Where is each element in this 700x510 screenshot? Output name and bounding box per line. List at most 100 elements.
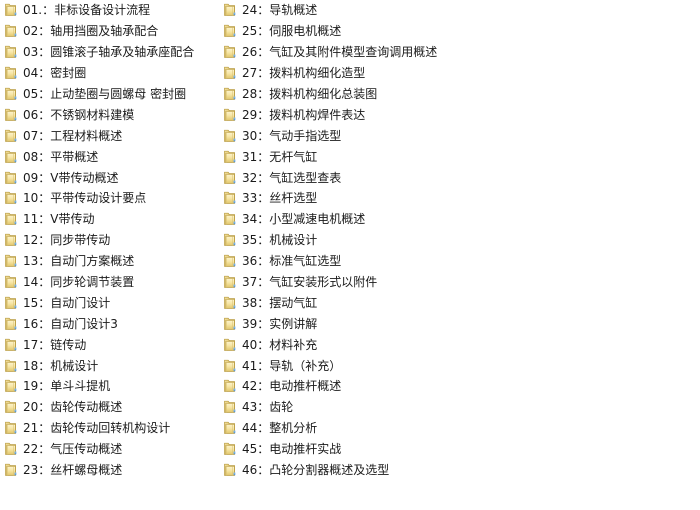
folder-item-label: 36：标准气缸选型 (242, 254, 342, 269)
folder-icon (222, 211, 238, 227)
folder-item[interactable]: 19：单斗斗提机 (0, 376, 220, 397)
folder-icon (3, 2, 19, 18)
folder-icon (222, 420, 238, 436)
folder-item[interactable]: 28：拨料机构细化总装图 (219, 84, 700, 105)
folder-item-label: 14：同步轮调节装置 (23, 275, 135, 290)
folder-icon (3, 107, 19, 123)
folder-icon (3, 399, 19, 415)
folder-icon (3, 23, 19, 39)
folder-item[interactable]: 15：自动门设计 (0, 292, 220, 313)
folder-item[interactable]: 32：气缸选型查表 (219, 167, 700, 188)
folder-item[interactable]: 16：自动门设计3 (0, 313, 220, 334)
folder-item[interactable]: 41：导轨（补充） (219, 355, 700, 376)
folder-icon (222, 462, 238, 478)
folder-icon (222, 44, 238, 60)
folder-icon (222, 65, 238, 81)
folder-item-label: 13：自动门方案概述 (23, 254, 135, 269)
folder-item-label: 39：实例讲解 (242, 316, 318, 331)
folder-item[interactable]: 35：机械设计 (219, 230, 700, 251)
folder-icon (3, 337, 19, 353)
folder-item-label: 42：电动推杆概述 (242, 379, 342, 394)
folder-item-label: 41：导轨（补充） (242, 358, 342, 373)
folder-item-label: 19：单斗斗提机 (23, 379, 111, 394)
folder-icon (222, 274, 238, 290)
folder-item-label: 07：工程材料概述 (23, 128, 123, 143)
folder-icon (3, 378, 19, 394)
folder-item-label: 16：自动门设计3 (23, 316, 118, 331)
folder-icon (222, 23, 238, 39)
folder-item[interactable]: 17：链传动 (0, 334, 220, 355)
folder-item[interactable]: 27：拨料机构细化造型 (219, 63, 700, 84)
folder-item[interactable]: 44：整机分析 (219, 418, 700, 439)
folder-item-label: 23：丝杆螺母概述 (23, 463, 123, 478)
folder-item[interactable]: 10：平带传动设计要点 (0, 188, 220, 209)
folder-item[interactable]: 43：齿轮 (219, 397, 700, 418)
folder-item-label: 37：气缸安装形式以附件 (242, 275, 378, 290)
folder-item[interactable]: 04：密封圈 (0, 63, 220, 84)
folder-icon (3, 358, 19, 374)
folder-column-right: 24：导轨概述 25：伺服电机概述 26：气缸及其附件模型查询调用概述 27：拨料机构… (219, 0, 700, 480)
folder-item-label: 31：无杆气缸 (242, 149, 318, 164)
folder-item[interactable]: 18：机械设计 (0, 355, 220, 376)
folder-item[interactable]: 46：凸轮分割器概述及选型 (219, 460, 700, 481)
folder-item[interactable]: 01.：非标设备设计流程 (0, 0, 220, 21)
folder-item-label: 34：小型减速电机概述 (242, 212, 366, 227)
folder-item[interactable]: 24：导轨概述 (219, 0, 700, 21)
folder-item[interactable]: 26：气缸及其附件模型查询调用概述 (219, 42, 700, 63)
folder-icon (222, 378, 238, 394)
folder-item-label: 46：凸轮分割器概述及选型 (242, 463, 390, 478)
folder-item[interactable]: 12：同步带传动 (0, 230, 220, 251)
folder-item-label: 24：导轨概述 (242, 3, 318, 18)
folder-item[interactable]: 38：摆动气缸 (219, 292, 700, 313)
folder-icon (222, 295, 238, 311)
folder-item[interactable]: 36：标准气缸选型 (219, 251, 700, 272)
folder-item[interactable]: 02：轴用挡圈及轴承配合 (0, 21, 220, 42)
folder-item[interactable]: 13：自动门方案概述 (0, 251, 220, 272)
folder-item[interactable]: 39：实例讲解 (219, 313, 700, 334)
folder-item[interactable]: 05：止动垫圈与圆螺母 密封圈 (0, 84, 220, 105)
folder-icon (222, 316, 238, 332)
folder-item[interactable]: 14：同步轮调节装置 (0, 272, 220, 293)
folder-icon (222, 253, 238, 269)
folder-item[interactable]: 37：气缸安装形式以附件 (219, 272, 700, 293)
folder-item-label: 21：齿轮传动回转机构设计 (23, 421, 171, 436)
folder-item-label: 11：V带传动 (23, 212, 95, 227)
folder-item-label: 44：整机分析 (242, 421, 318, 436)
folder-item[interactable]: 33：丝杆选型 (219, 188, 700, 209)
folder-item[interactable]: 31：无杆气缸 (219, 146, 700, 167)
folder-item[interactable]: 23：丝杆螺母概述 (0, 460, 220, 481)
folder-item[interactable]: 25：伺服电机概述 (219, 21, 700, 42)
folder-icon (3, 65, 19, 81)
folder-item-label: 27：拨料机构细化造型 (242, 66, 366, 81)
folder-item[interactable]: 30：气动手指选型 (219, 125, 700, 146)
folder-item-label: 05：止动垫圈与圆螺母 密封圈 (23, 87, 187, 101)
folder-item[interactable]: 07：工程材料概述 (0, 125, 220, 146)
folder-item-label: 10：平带传动设计要点 (23, 191, 147, 206)
folder-item-label: 28：拨料机构细化总装图 (242, 87, 378, 101)
folder-item[interactable]: 42：电动推杆概述 (219, 376, 700, 397)
folder-item[interactable]: 22：气压传动概述 (0, 439, 220, 460)
folder-item[interactable]: 21：齿轮传动回转机构设计 (0, 418, 220, 439)
folder-item-label: 09：V带传动概述 (23, 170, 119, 185)
folder-icon (3, 190, 19, 206)
folder-icon (3, 316, 19, 332)
folder-item[interactable]: 29：拨料机构焊件表达 (219, 104, 700, 125)
folder-item[interactable]: 45：电动推杆实战 (219, 439, 700, 460)
folder-listing-view: 01.：非标设备设计流程 02：轴用挡圈及轴承配合 03：圆锥滚子轴承及轴承座配合 0… (0, 0, 700, 510)
folder-item-label: 38：摆动气缸 (242, 295, 318, 310)
folder-item[interactable]: 34：小型减速电机概述 (219, 209, 700, 230)
folder-icon (222, 107, 238, 123)
folder-item[interactable]: 20：齿轮传动概述 (0, 397, 220, 418)
folder-item-label: 06：不锈钢材料建模 (23, 107, 135, 122)
folder-item[interactable]: 09：V带传动概述 (0, 167, 220, 188)
folder-icon (3, 170, 19, 186)
folder-item-label: 45：电动推杆实战 (242, 442, 342, 457)
folder-item[interactable]: 08：平带概述 (0, 146, 220, 167)
folder-item[interactable]: 03：圆锥滚子轴承及轴承座配合 (0, 42, 220, 63)
folder-item-label: 26：气缸及其附件模型查询调用概述 (242, 45, 438, 60)
folder-icon (3, 232, 19, 248)
folder-item[interactable]: 11：V带传动 (0, 209, 220, 230)
folder-icon (3, 128, 19, 144)
folder-item[interactable]: 06：不锈钢材料建模 (0, 104, 220, 125)
folder-item[interactable]: 40：材料补充 (219, 334, 700, 355)
